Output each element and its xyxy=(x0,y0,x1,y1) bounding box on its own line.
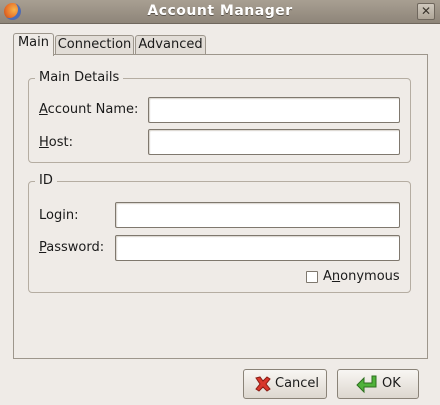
password-input[interactable] xyxy=(115,235,400,261)
green-return-arrow-icon xyxy=(356,374,378,405)
account-name-input[interactable] xyxy=(148,97,400,123)
host-input[interactable] xyxy=(148,129,400,155)
password-label: Password: xyxy=(39,240,105,255)
login-label: Login: xyxy=(39,208,79,223)
host-label: Host: xyxy=(39,135,73,150)
tab-main[interactable]: Main xyxy=(13,33,54,56)
tab-advanced[interactable]: Advanced xyxy=(135,35,206,55)
anonymous-label[interactable]: Anonymous xyxy=(323,269,400,284)
id-group: ID Login: Password: Anonymous xyxy=(28,173,411,293)
cancel-label: Cancel xyxy=(275,376,320,391)
main-details-legend: Main Details xyxy=(35,70,124,85)
tab-panel-main: Main Details Account Name: Host: ID Logi… xyxy=(13,54,428,359)
ok-label: OK xyxy=(382,376,401,391)
login-input[interactable] xyxy=(115,202,400,228)
tab-connection[interactable]: Connection xyxy=(55,35,134,55)
window-title: Account Manager xyxy=(147,3,293,19)
title-bar: Account Manager ✕ xyxy=(0,0,440,24)
account-name-label: Account Name: xyxy=(39,102,139,117)
main-details-group: Main Details Account Name: Host: xyxy=(28,70,411,163)
ok-button[interactable]: OK xyxy=(337,369,419,399)
id-legend: ID xyxy=(35,173,57,188)
anonymous-checkbox[interactable] xyxy=(306,271,318,283)
red-x-icon xyxy=(253,374,273,405)
cancel-button[interactable]: Cancel xyxy=(243,369,327,399)
close-button[interactable]: ✕ xyxy=(417,3,435,20)
